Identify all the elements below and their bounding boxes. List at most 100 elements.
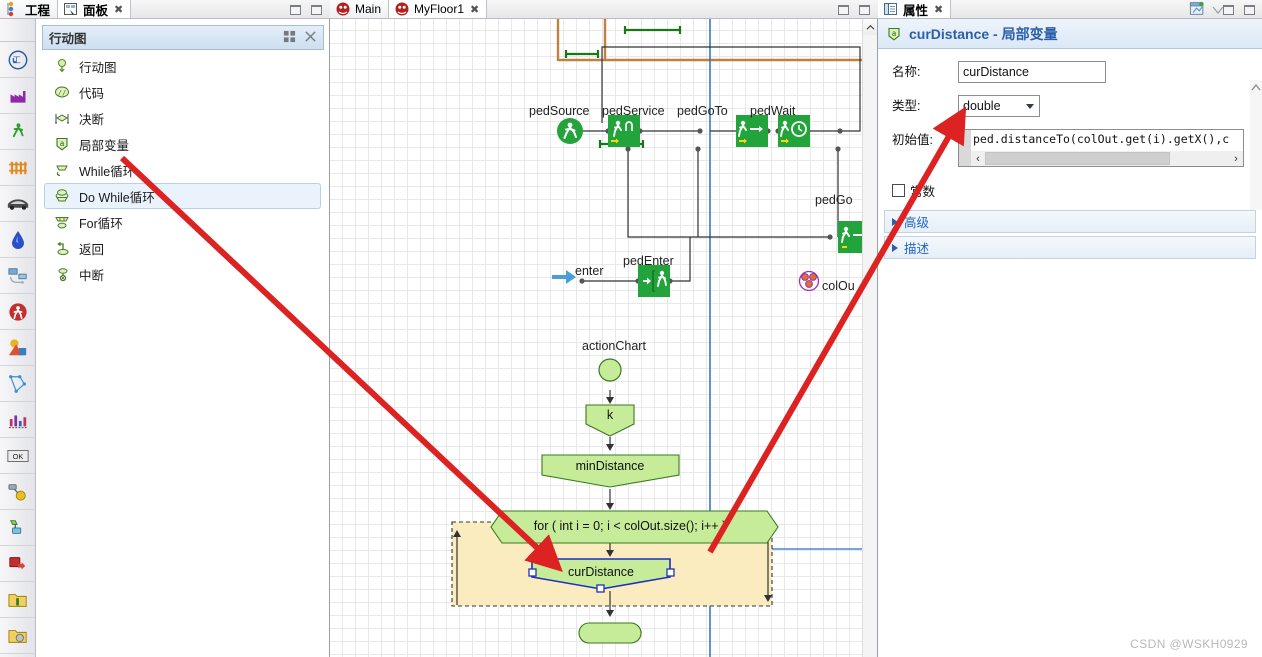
scroll-left-icon[interactable]: ‹ <box>971 153 985 165</box>
canvas-vertical-scrollbar[interactable] <box>862 19 877 657</box>
scroll-thumb[interactable] <box>985 152 1170 165</box>
new-properties-view-icon[interactable] <box>1189 1 1206 20</box>
type-select[interactable]: double <box>958 95 1040 117</box>
colout-icon[interactable] <box>798 270 820 292</box>
props-minimize-button[interactable] <box>1223 4 1234 15</box>
rail-item-data[interactable] <box>0 546 35 582</box>
connectivity-icon <box>7 483 26 501</box>
tab-properties-close-icon[interactable]: ✖ <box>934 3 943 16</box>
name-input[interactable]: curDistance <box>958 61 1106 83</box>
palette-item-actionchart[interactable]: 行动图 <box>44 53 321 79</box>
tab-panel-label: 面板 <box>83 3 109 18</box>
section-advanced[interactable]: 高级 <box>884 210 1256 233</box>
pedwait-block[interactable] <box>778 115 810 147</box>
pedsource-block[interactable] <box>557 118 583 144</box>
tab-panel-close-icon[interactable]: ✖ <box>114 3 123 16</box>
section-description[interactable]: 描述 <box>884 236 1256 259</box>
folder-globe-icon <box>7 629 27 643</box>
constant-checkbox-row[interactable]: 常数 <box>892 181 1262 200</box>
rail-item-controls[interactable]: OK <box>0 438 35 474</box>
rail-item-process[interactable]: 工 <box>0 42 35 78</box>
palette-item-break[interactable]: 中断 <box>44 261 321 287</box>
scroll-right-icon[interactable]: › <box>1229 153 1243 165</box>
minimize-button[interactable] <box>290 4 301 15</box>
tab-main[interactable]: Main <box>330 0 390 18</box>
break-icon <box>58 268 68 282</box>
pedgoto-block[interactable] <box>736 115 768 147</box>
palette-item-label: For循环 <box>79 216 123 231</box>
svg-text:a: a <box>60 139 65 148</box>
tab-myfloor1-label: MyFloor1 <box>414 2 465 16</box>
rail-item-presentation[interactable] <box>0 330 35 366</box>
maximize-icon[interactable] <box>304 30 317 46</box>
rail-item-analysis[interactable] <box>0 402 35 438</box>
palette-item-while-loop[interactable]: While循环 <box>44 157 321 183</box>
svg-text:工: 工 <box>12 55 20 64</box>
start-node[interactable] <box>598 358 622 382</box>
tab-project-label: 工程 <box>25 3 51 18</box>
palette-item-do-while-loop[interactable]: Do While循环 <box>44 183 321 209</box>
agent-icon <box>336 2 350 16</box>
label-pedenter: pedEnter <box>623 254 674 268</box>
rail-item-space-markup[interactable] <box>0 366 35 402</box>
field-row-type: 类型: double <box>892 95 1262 117</box>
properties-title-bar: a curDistance - 局部变量 <box>878 19 1262 49</box>
tab-project[interactable]: 工程 <box>0 0 59 18</box>
rail-item-folder1[interactable] <box>0 582 35 618</box>
rail-item-road[interactable] <box>0 186 35 222</box>
label-pedservice: pedService <box>602 104 665 118</box>
palette-item-local-variable[interactable]: a 局部变量 <box>44 131 321 157</box>
properties-scrollbar[interactable] <box>1250 80 1262 210</box>
diagram-canvas[interactable]: k minDistance for ( int i = 0; i < colOu… <box>330 19 878 657</box>
center-maximize-button[interactable] <box>859 4 870 15</box>
tab-myfloor1-close-icon[interactable]: ✖ <box>470 3 479 16</box>
tab-panel[interactable]: 面板 ✖ <box>58 0 132 18</box>
flow-ports <box>575 128 843 284</box>
tab-properties-label: 属性 <box>903 3 929 18</box>
palette-header: 行动图 <box>42 25 324 50</box>
tab-myfloor1[interactable]: MyFloor1 ✖ <box>389 0 488 18</box>
props-maximize-button[interactable] <box>1244 4 1255 15</box>
grid-view-icon[interactable] <box>283 30 296 46</box>
maximize-button[interactable] <box>311 4 322 15</box>
rail-item-actionchart[interactable] <box>0 510 35 546</box>
tab-properties[interactable]: 属性 ✖ <box>878 0 952 18</box>
rail-item-agent[interactable] <box>0 294 35 330</box>
enter-port[interactable] <box>552 270 576 284</box>
palette-item-label: While循环 <box>79 164 136 179</box>
palette-item-code[interactable]: // 代码 <box>44 79 321 105</box>
rail-item-folder2[interactable] <box>0 618 35 654</box>
rail-item-rail[interactable] <box>0 150 35 186</box>
rail-item-pedestrian[interactable] <box>0 114 35 150</box>
palette-item-label: 返回 <box>79 242 105 257</box>
palette-item-decision[interactable]: 决断 <box>44 105 321 131</box>
actionchart-icon <box>9 519 21 534</box>
rail-item-fluid2[interactable] <box>0 222 35 258</box>
section-description-label: 描述 <box>904 242 930 256</box>
svg-text://: // <box>58 89 66 97</box>
rail-item-fluid[interactable] <box>0 78 35 114</box>
properties-body: 名称: curDistance 类型: double 初始值: ped.dist… <box>878 49 1262 657</box>
initial-value-editor[interactable]: ped.distanceTo(colOut.get(i).getX(),c ‹ … <box>958 129 1244 167</box>
droplet-icon <box>11 230 24 249</box>
rail-item-blank[interactable] <box>0 19 35 42</box>
car-icon <box>7 198 28 210</box>
editor-horizontal-scrollbar[interactable]: ‹ › <box>971 151 1243 166</box>
scroll-up-icon[interactable] <box>863 19 877 35</box>
palette-item-label: 代码 <box>79 86 105 101</box>
left-icon-rail: 工 OK <box>0 19 36 657</box>
pedservice-block[interactable] <box>608 115 640 147</box>
rail-item-material[interactable] <box>0 258 35 294</box>
editor-gutter <box>959 130 971 166</box>
pedenter-block[interactable] <box>638 265 670 297</box>
rail-item-connectivity[interactable] <box>0 474 35 510</box>
palette-title: 行动图 <box>49 32 87 46</box>
constant-checkbox[interactable] <box>892 184 905 197</box>
end-node[interactable] <box>578 622 642 644</box>
center-minimize-button[interactable] <box>838 4 849 15</box>
palette-item-return[interactable]: 返回 <box>44 235 321 261</box>
palette-item-for-loop[interactable]: For循环 <box>44 209 321 235</box>
palette-icon <box>64 3 78 15</box>
local-variable-node-label: curDistance <box>568 565 634 579</box>
initial-value-code: ped.distanceTo(colOut.get(i).getX(),c <box>973 132 1230 146</box>
